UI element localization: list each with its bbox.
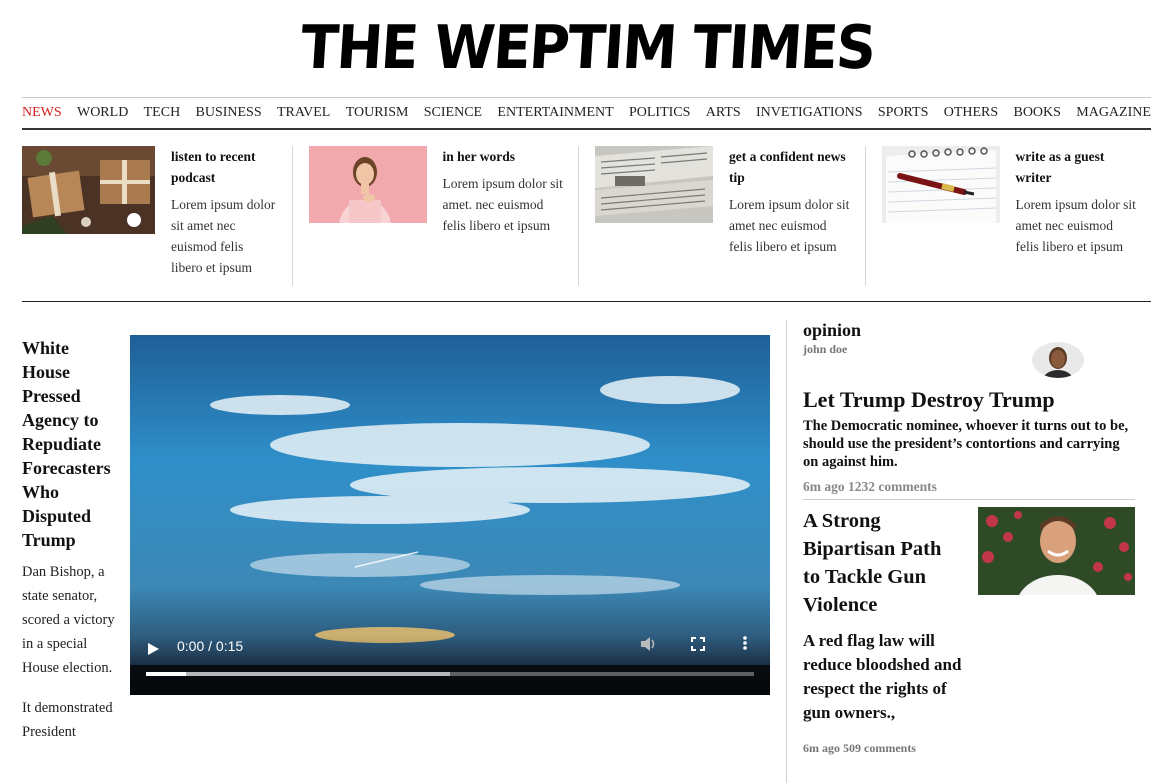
section-divider [22, 301, 1151, 302]
promo-desc: Lorem ipsum dolor sit amet nec euismod f… [171, 197, 276, 275]
section-nav: NEWS WORLD TECH BUSINESS TRAVEL TOURISM SCIENC… [22, 97, 1151, 130]
video-progress-bar[interactable] [146, 672, 754, 676]
promo-card-news-tip[interactable]: get a confident news tip Lorem ipsum dol… [578, 146, 865, 286]
lead-paragraph: It demonstrated President [22, 700, 113, 740]
opinion-label: opinion [803, 320, 862, 340]
opinion-summary: The Democratic nominee, whoever it turns… [803, 418, 1129, 470]
fullscreen-icon[interactable] [691, 637, 705, 656]
column-divider [786, 320, 787, 783]
pen-notebook-photo[interactable] [881, 146, 1000, 223]
opinion-title[interactable]: Let Trump Destroy Trump [803, 387, 1135, 413]
nav-item-science[interactable]: SCIENCE [424, 105, 482, 121]
promo-title[interactable]: listen to recent podcast [171, 146, 278, 188]
video-time: 0:00 / 0:15 [177, 638, 244, 654]
promo-title[interactable]: get a confident news tip [729, 146, 851, 188]
nav-item-tourism[interactable]: TOURISM [346, 105, 409, 121]
woman-portrait-photo[interactable] [308, 146, 427, 223]
side-story: A Strong Bipartisan Path to Tackle Gun V… [803, 507, 1135, 756]
video-player[interactable]: 0:00 / 0:15 [130, 335, 770, 695]
site-logo[interactable]: THE WEPTIM TIMES [299, 8, 877, 88]
masthead: THE WEPTIM TIMES [0, 0, 1176, 95]
promo-desc: Lorem ipsum dolor sit amet nec euismod f… [1015, 197, 1136, 254]
nav-item-arts[interactable]: ARTS [706, 105, 741, 121]
man-portrait-photo[interactable] [978, 507, 1135, 595]
lead-story: White House Pressed Agency to Repudiate … [22, 336, 120, 760]
promo-desc: Lorem ipsum dolor sit amet nec euismod f… [729, 197, 850, 254]
nav-item-politics[interactable]: POLITICS [629, 105, 690, 121]
nav-item-news[interactable]: NEWS [22, 105, 62, 121]
article-meta[interactable]: 6m ago 509 comments [803, 741, 1135, 756]
lead-headline[interactable]: White House Pressed Agency to Repudiate … [22, 336, 120, 552]
lead-paragraph: Dan Bishop, a state senator, scored a vi… [22, 564, 115, 676]
story-title[interactable]: A Strong Bipartisan Path to Tackle Gun V… [803, 507, 963, 619]
buffered-range [146, 672, 450, 676]
promo-row: listen to recent podcast Lorem ipsum dol… [22, 146, 1151, 286]
opinion-card: opinion john doe Let Trump Destroy Trump… [803, 320, 1135, 500]
nav-item-books[interactable]: BOOKS [1013, 105, 1060, 121]
nav-item-magazine[interactable]: MAGAZINE [1076, 105, 1151, 121]
nav-item-tech[interactable]: TECH [144, 105, 181, 121]
played-range [146, 672, 187, 676]
nav-item-sports[interactable]: SPORTS [878, 105, 929, 121]
nav-item-entertainment[interactable]: ENTERTAINMENT [497, 105, 613, 121]
author-name[interactable]: john doe [803, 342, 1135, 357]
newspapers-photo[interactable] [595, 146, 713, 223]
article-meta[interactable]: 6m ago 1232 comments [803, 479, 1135, 495]
play-icon[interactable] [148, 643, 159, 655]
avatar [1032, 342, 1084, 378]
nav-item-business[interactable]: BUSINESS [196, 105, 262, 121]
divider [803, 499, 1135, 500]
volume-icon[interactable] [640, 636, 658, 657]
more-options-icon[interactable] [743, 636, 747, 655]
promo-card-guest-writer[interactable]: write as a guest writer Lorem ipsum dolo… [864, 146, 1152, 286]
promo-title[interactable]: write as a guest writer [1016, 146, 1138, 188]
nav-item-invetigations[interactable]: INVETIGATIONS [756, 105, 863, 121]
promo-title[interactable]: in her words [443, 146, 565, 167]
nav-item-travel[interactable]: TRAVEL [277, 105, 330, 121]
promo-desc: Lorem ipsum dolor sit amet. nec euismod … [442, 176, 563, 233]
nav-item-others[interactable]: OTHERS [944, 105, 998, 121]
video-controls: 0:00 / 0:15 [130, 635, 770, 695]
gift-boxes-photo[interactable] [22, 146, 155, 234]
nav-item-world[interactable]: WORLD [77, 105, 128, 121]
promo-card-her-words[interactable]: in her words Lorem ipsum dolor sit amet.… [291, 146, 579, 286]
promo-card-podcast[interactable]: listen to recent podcast Lorem ipsum dol… [22, 146, 292, 286]
story-summary: A red flag law will reduce bloodshed and… [803, 631, 962, 722]
